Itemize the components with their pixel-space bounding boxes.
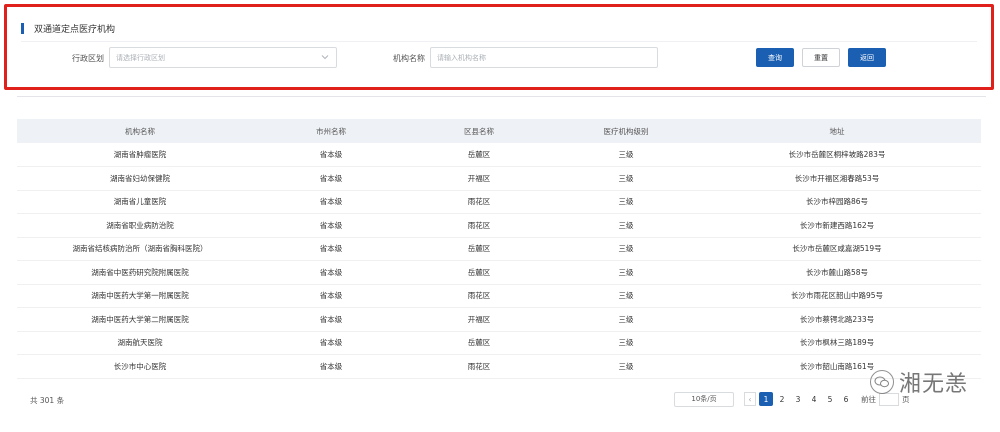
page-list: 123456: [759, 392, 855, 406]
cell-address: 长沙市岳麓区咸嘉湖519号: [693, 237, 981, 261]
query-button[interactable]: 查询: [756, 48, 794, 67]
cell-address: 长沙市梓园路86号: [693, 190, 981, 214]
cell-district: 雨花区: [399, 190, 559, 214]
cell-district: 岳麓区: [399, 260, 559, 285]
cell-district: 岳麓区: [399, 143, 559, 167]
cell-district: 开福区: [399, 166, 559, 191]
column-header-name: 机构名称: [17, 119, 263, 143]
cell-district: 岳麓区: [399, 331, 559, 355]
cell-name: 湖南省妇幼保健院: [17, 166, 263, 191]
cell-address: 长沙市枫林三路189号: [693, 331, 981, 355]
wechat-icon: [870, 370, 894, 394]
chevron-down-icon: [321, 55, 329, 60]
column-header-city: 市州名称: [263, 119, 399, 143]
page-number[interactable]: 2: [775, 392, 789, 406]
cell-district: 雨花区: [399, 284, 559, 308]
cell-city: 省本级: [263, 190, 399, 214]
cell-address: 长沙市开福区湘春路53号: [693, 166, 981, 191]
cell-level: 三级: [559, 237, 693, 261]
back-button[interactable]: 返回: [848, 48, 886, 67]
cell-name: 长沙市中心医院: [17, 354, 263, 379]
cell-district: 雨花区: [399, 213, 559, 238]
table-row: 长沙市中心医院 省本级 雨花区 三级 长沙市韶山南路161号: [17, 354, 981, 379]
wechat-bubbles-icon: [874, 376, 889, 388]
table-row: 湖南省职业病防治院 省本级 雨花区 三级 长沙市新建西路162号: [17, 213, 981, 238]
cell-level: 三级: [559, 354, 693, 379]
name-label: 机构名称: [393, 54, 425, 63]
cell-city: 省本级: [263, 213, 399, 238]
cell-address: 长沙市蔡锷北路233号: [693, 307, 981, 332]
cell-address: 长沙市岳麓区桐梓坡路283号: [693, 143, 981, 167]
cell-address: 长沙市新建西路162号: [693, 213, 981, 238]
panel-title: 双通道定点医疗机构: [21, 21, 115, 35]
prev-page-icon[interactable]: ‹: [744, 392, 756, 406]
name-placeholder: 请输入机构名称: [437, 53, 486, 62]
cell-level: 三级: [559, 260, 693, 285]
cell-name: 湖南中医药大学第二附属医院: [17, 307, 263, 332]
cell-name: 湖南省职业病防治院: [17, 213, 263, 238]
table-row: 湖南航天医院 省本级 岳麓区 三级 长沙市枫林三路189号: [17, 331, 981, 355]
page-number[interactable]: 4: [807, 392, 821, 406]
page-divider: [17, 96, 986, 97]
column-header-address: 地址: [693, 119, 981, 143]
cell-level: 三级: [559, 143, 693, 167]
institution-table: 机构名称 市州名称 区县名称 医疗机构级别 地址 湖南省肿瘤医院 省本级 岳麓区 三级…: [17, 119, 981, 379]
cell-name: 湖南航天医院: [17, 331, 263, 355]
cell-city: 省本级: [263, 284, 399, 308]
name-input[interactable]: 请输入机构名称: [430, 47, 658, 68]
column-header-level: 医疗机构级别: [559, 119, 693, 143]
cell-city: 省本级: [263, 331, 399, 355]
cell-city: 省本级: [263, 260, 399, 285]
cell-district: 开福区: [399, 307, 559, 332]
table-row: 湖南中医药大学第一附属医院 省本级 雨花区 三级 长沙市雨花区韶山中路95号: [17, 284, 981, 308]
cell-district: 岳麓区: [399, 237, 559, 261]
region-placeholder: 请选择行政区划: [116, 53, 165, 62]
region-label: 行政区划: [72, 54, 104, 63]
cell-city: 省本级: [263, 237, 399, 261]
cell-city: 省本级: [263, 307, 399, 332]
page-number[interactable]: 5: [823, 392, 837, 406]
cell-level: 三级: [559, 213, 693, 238]
reset-button[interactable]: 重置: [802, 48, 840, 67]
page-number[interactable]: 6: [839, 392, 853, 406]
cell-name: 湖南省肿瘤医院: [17, 143, 263, 167]
page-number[interactable]: 1: [759, 392, 773, 406]
cell-name: 湖南中医药大学第一附属医院: [17, 284, 263, 308]
cell-name: 湖南省结核病防治所（湖南省胸科医院）: [17, 237, 263, 261]
cell-district: 雨花区: [399, 354, 559, 379]
watermark-text: 湘无恙: [899, 372, 969, 397]
table-row: 湖南省结核病防治所（湖南省胸科医院） 省本级 岳麓区 三级 长沙市岳麓区咸嘉湖519号: [17, 237, 981, 261]
page-title: 双通道定点医疗机构: [34, 24, 116, 35]
table-row: 湖南省中医药研究院附属医院 省本级 岳麓区 三级 长沙市麓山路58号: [17, 260, 981, 285]
cell-level: 三级: [559, 190, 693, 214]
cell-city: 省本级: [263, 166, 399, 191]
column-header-district: 区县名称: [399, 119, 559, 143]
table-header-row: 机构名称 市州名称 区县名称 医疗机构级别 地址: [17, 119, 981, 143]
cell-level: 三级: [559, 331, 693, 355]
total-count: 共 301 条: [30, 396, 65, 405]
table-row: 湖南省儿童医院 省本级 雨花区 三级 长沙市梓园路86号: [17, 190, 981, 214]
cell-address: 长沙市雨花区韶山中路95号: [693, 284, 981, 308]
page-number[interactable]: 3: [791, 392, 805, 406]
cell-address: 长沙市麓山路58号: [693, 260, 981, 285]
cell-city: 省本级: [263, 143, 399, 167]
table-row: 湖南中医药大学第二附属医院 省本级 开福区 三级 长沙市蔡锷北路233号: [17, 307, 981, 332]
region-select[interactable]: 请选择行政区划: [109, 47, 337, 68]
table-row: 湖南省肿瘤医院 省本级 岳麓区 三级 长沙市岳麓区桐梓坡路283号: [17, 143, 981, 167]
table-row: 湖南省妇幼保健院 省本级 开福区 三级 长沙市开福区湘春路53号: [17, 166, 981, 191]
cell-name: 湖南省中医药研究院附属医院: [17, 260, 263, 285]
watermark: 湘无恙: [870, 366, 968, 398]
cell-name: 湖南省儿童医院: [17, 190, 263, 214]
cell-city: 省本级: [263, 354, 399, 379]
title-divider: [21, 41, 977, 42]
cell-level: 三级: [559, 284, 693, 308]
cell-level: 三级: [559, 166, 693, 191]
cell-level: 三级: [559, 307, 693, 332]
page-size-select[interactable]: 10条/页: [674, 391, 734, 407]
title-accent-bar: [21, 22, 24, 34]
